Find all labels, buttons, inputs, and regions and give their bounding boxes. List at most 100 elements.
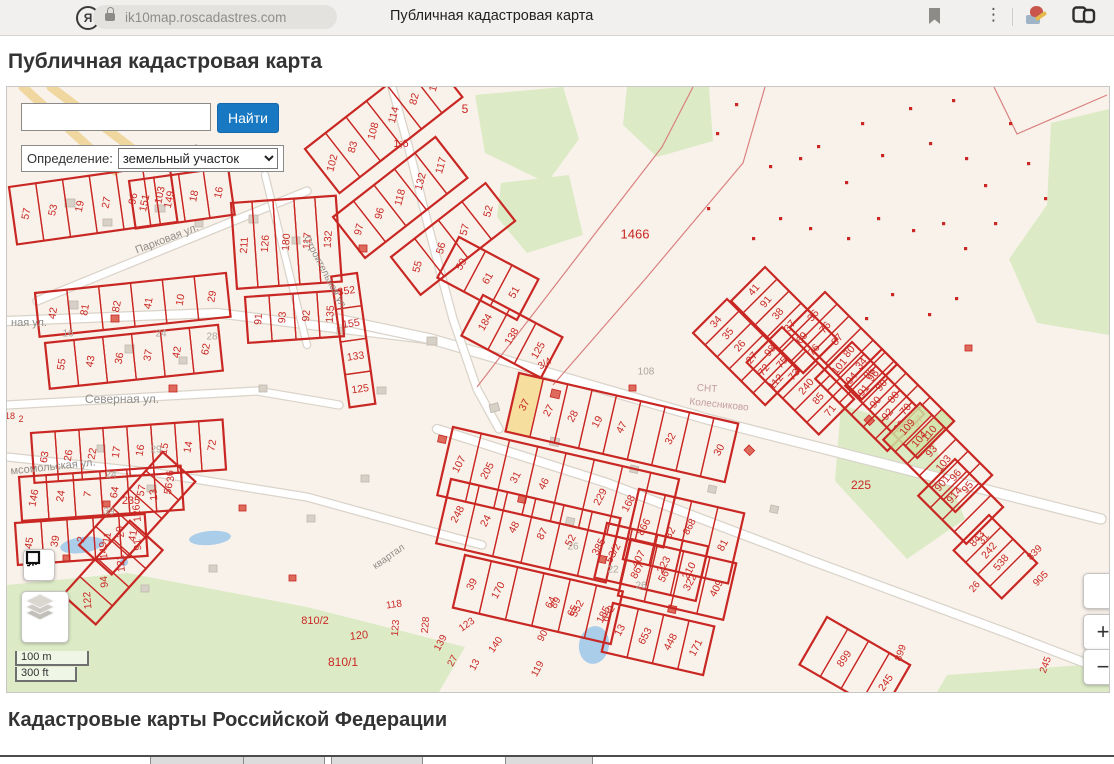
svg-text:26: 26 bbox=[567, 542, 579, 553]
scale-feet: 300 ft bbox=[15, 667, 77, 682]
svg-text:151: 151 bbox=[137, 193, 152, 213]
svg-text:409: 409 bbox=[707, 578, 726, 599]
svg-text:448: 448 bbox=[661, 631, 680, 652]
svg-text:24: 24 bbox=[478, 513, 494, 529]
svg-text:92: 92 bbox=[300, 309, 313, 322]
svg-text:26: 26 bbox=[635, 581, 647, 592]
svg-text:Северная ул.: Северная ул. bbox=[85, 392, 159, 406]
svg-text:1466: 1466 bbox=[621, 227, 650, 242]
svg-text:91: 91 bbox=[252, 313, 265, 326]
svg-text:43: 43 bbox=[84, 354, 98, 368]
svg-text:39: 39 bbox=[464, 576, 480, 592]
determination-select[interactable]: земельный участок bbox=[118, 148, 278, 169]
svg-text:16: 16 bbox=[134, 443, 148, 457]
svg-text:205: 205 bbox=[478, 460, 497, 481]
svg-text:41: 41 bbox=[142, 296, 156, 310]
svg-text:118: 118 bbox=[392, 188, 408, 207]
svg-text:93: 93 bbox=[276, 311, 289, 324]
svg-text:57: 57 bbox=[19, 207, 33, 221]
layers-icon bbox=[22, 592, 58, 626]
svg-text:39: 39 bbox=[103, 507, 115, 518]
svg-text:538: 538 bbox=[991, 552, 1012, 573]
svg-text:16: 16 bbox=[62, 329, 74, 340]
svg-text:46: 46 bbox=[536, 476, 552, 492]
svg-text:17: 17 bbox=[110, 445, 124, 459]
map-extra-button[interactable] bbox=[1083, 573, 1110, 609]
svg-text:126: 126 bbox=[259, 234, 272, 252]
svg-text:132: 132 bbox=[322, 230, 335, 248]
extension-icon[interactable] bbox=[1026, 6, 1048, 28]
svg-text:ная ул.: ная ул. bbox=[11, 317, 47, 329]
svg-text:83: 83 bbox=[346, 140, 361, 155]
address-bar[interactable]: ik10map.roscadastres.com bbox=[93, 5, 337, 29]
svg-text:61: 61 bbox=[480, 270, 496, 286]
svg-text:36: 36 bbox=[113, 351, 127, 365]
svg-text:37: 37 bbox=[141, 348, 155, 362]
menu-dots-icon[interactable]: ⋮ bbox=[985, 5, 1002, 25]
svg-text:810/2: 810/2 bbox=[301, 615, 329, 627]
svg-text:19: 19 bbox=[589, 414, 605, 430]
toolbar-divider bbox=[1012, 8, 1013, 26]
svg-text:81: 81 bbox=[715, 537, 731, 553]
svg-text:1;6: 1;6 bbox=[393, 138, 408, 150]
svg-text:29: 29 bbox=[150, 445, 162, 456]
svg-text:22: 22 bbox=[607, 565, 619, 576]
svg-text:108: 108 bbox=[638, 367, 655, 378]
svg-text:108: 108 bbox=[365, 121, 381, 141]
svg-text:102: 102 bbox=[324, 153, 340, 173]
svg-text:810/1: 810/1 bbox=[328, 655, 358, 669]
svg-text:211: 211 bbox=[238, 236, 251, 254]
url-text: ik10map.roscadastres.com bbox=[125, 10, 286, 25]
svg-text:28: 28 bbox=[206, 332, 218, 343]
determination-box: Определение: земельный участок bbox=[21, 145, 284, 172]
svg-text:119: 119 bbox=[529, 659, 546, 679]
map-canvas[interactable]: 5753192796103151149181621112618011713291… bbox=[7, 87, 1109, 692]
svg-text:91: 91 bbox=[131, 538, 144, 551]
svg-text:39: 39 bbox=[48, 534, 62, 548]
page-tab-title: Публичная кадастровая карта bbox=[390, 8, 593, 24]
svg-text:13: 13 bbox=[468, 657, 483, 672]
svg-text:248: 248 bbox=[448, 504, 467, 525]
svg-text:13: 13 bbox=[147, 488, 160, 501]
data-table-stub bbox=[0, 755, 1114, 764]
svg-text:155: 155 bbox=[342, 317, 361, 331]
svg-text:235: 235 bbox=[122, 495, 140, 507]
svg-text:82: 82 bbox=[407, 92, 422, 107]
svg-text:18: 18 bbox=[187, 189, 201, 203]
svg-text:184: 184 bbox=[476, 312, 495, 333]
layers-button[interactable] bbox=[21, 591, 69, 643]
map-search: Найти bbox=[21, 103, 279, 133]
svg-text:653: 653 bbox=[636, 625, 655, 646]
svg-text:899: 899 bbox=[893, 643, 909, 663]
svg-text:118: 118 bbox=[385, 598, 403, 611]
svg-text:166: 166 bbox=[427, 87, 443, 93]
scale-control: 100 m 300 ft bbox=[15, 651, 89, 682]
svg-text:133: 133 bbox=[346, 349, 365, 363]
measure-button[interactable] bbox=[23, 549, 55, 581]
zoom-in-button[interactable]: + bbox=[1083, 614, 1110, 650]
svg-text:31: 31 bbox=[508, 469, 524, 485]
map-container: 5753192796103151149181621112618011713291… bbox=[6, 86, 1110, 693]
svg-text:30: 30 bbox=[711, 442, 727, 458]
svg-text:229: 229 bbox=[591, 486, 610, 507]
svg-text:27: 27 bbox=[100, 195, 114, 209]
footer-heading: Кадастровые карты Российской Федерации bbox=[0, 693, 1114, 732]
svg-text:36: 36 bbox=[164, 470, 177, 483]
lock-icon bbox=[105, 13, 115, 21]
svg-text:24: 24 bbox=[105, 470, 117, 481]
svg-text:94: 94 bbox=[98, 575, 111, 588]
svg-text:82: 82 bbox=[110, 300, 124, 314]
svg-text:5: 5 bbox=[462, 102, 469, 116]
svg-text:117: 117 bbox=[433, 156, 449, 175]
search-input[interactable] bbox=[21, 103, 211, 131]
svg-text:29: 29 bbox=[205, 290, 219, 304]
svg-text:245: 245 bbox=[876, 672, 896, 692]
svg-text:18: 18 bbox=[7, 411, 15, 421]
svg-text:107: 107 bbox=[450, 454, 469, 475]
find-button[interactable]: Найти bbox=[217, 103, 279, 133]
zoom-out-button[interactable]: − bbox=[1083, 649, 1110, 685]
svg-text:140: 140 bbox=[487, 635, 506, 655]
svg-text:57: 57 bbox=[458, 222, 473, 237]
svg-text:866: 866 bbox=[635, 516, 654, 537]
svg-text:24: 24 bbox=[155, 329, 167, 340]
